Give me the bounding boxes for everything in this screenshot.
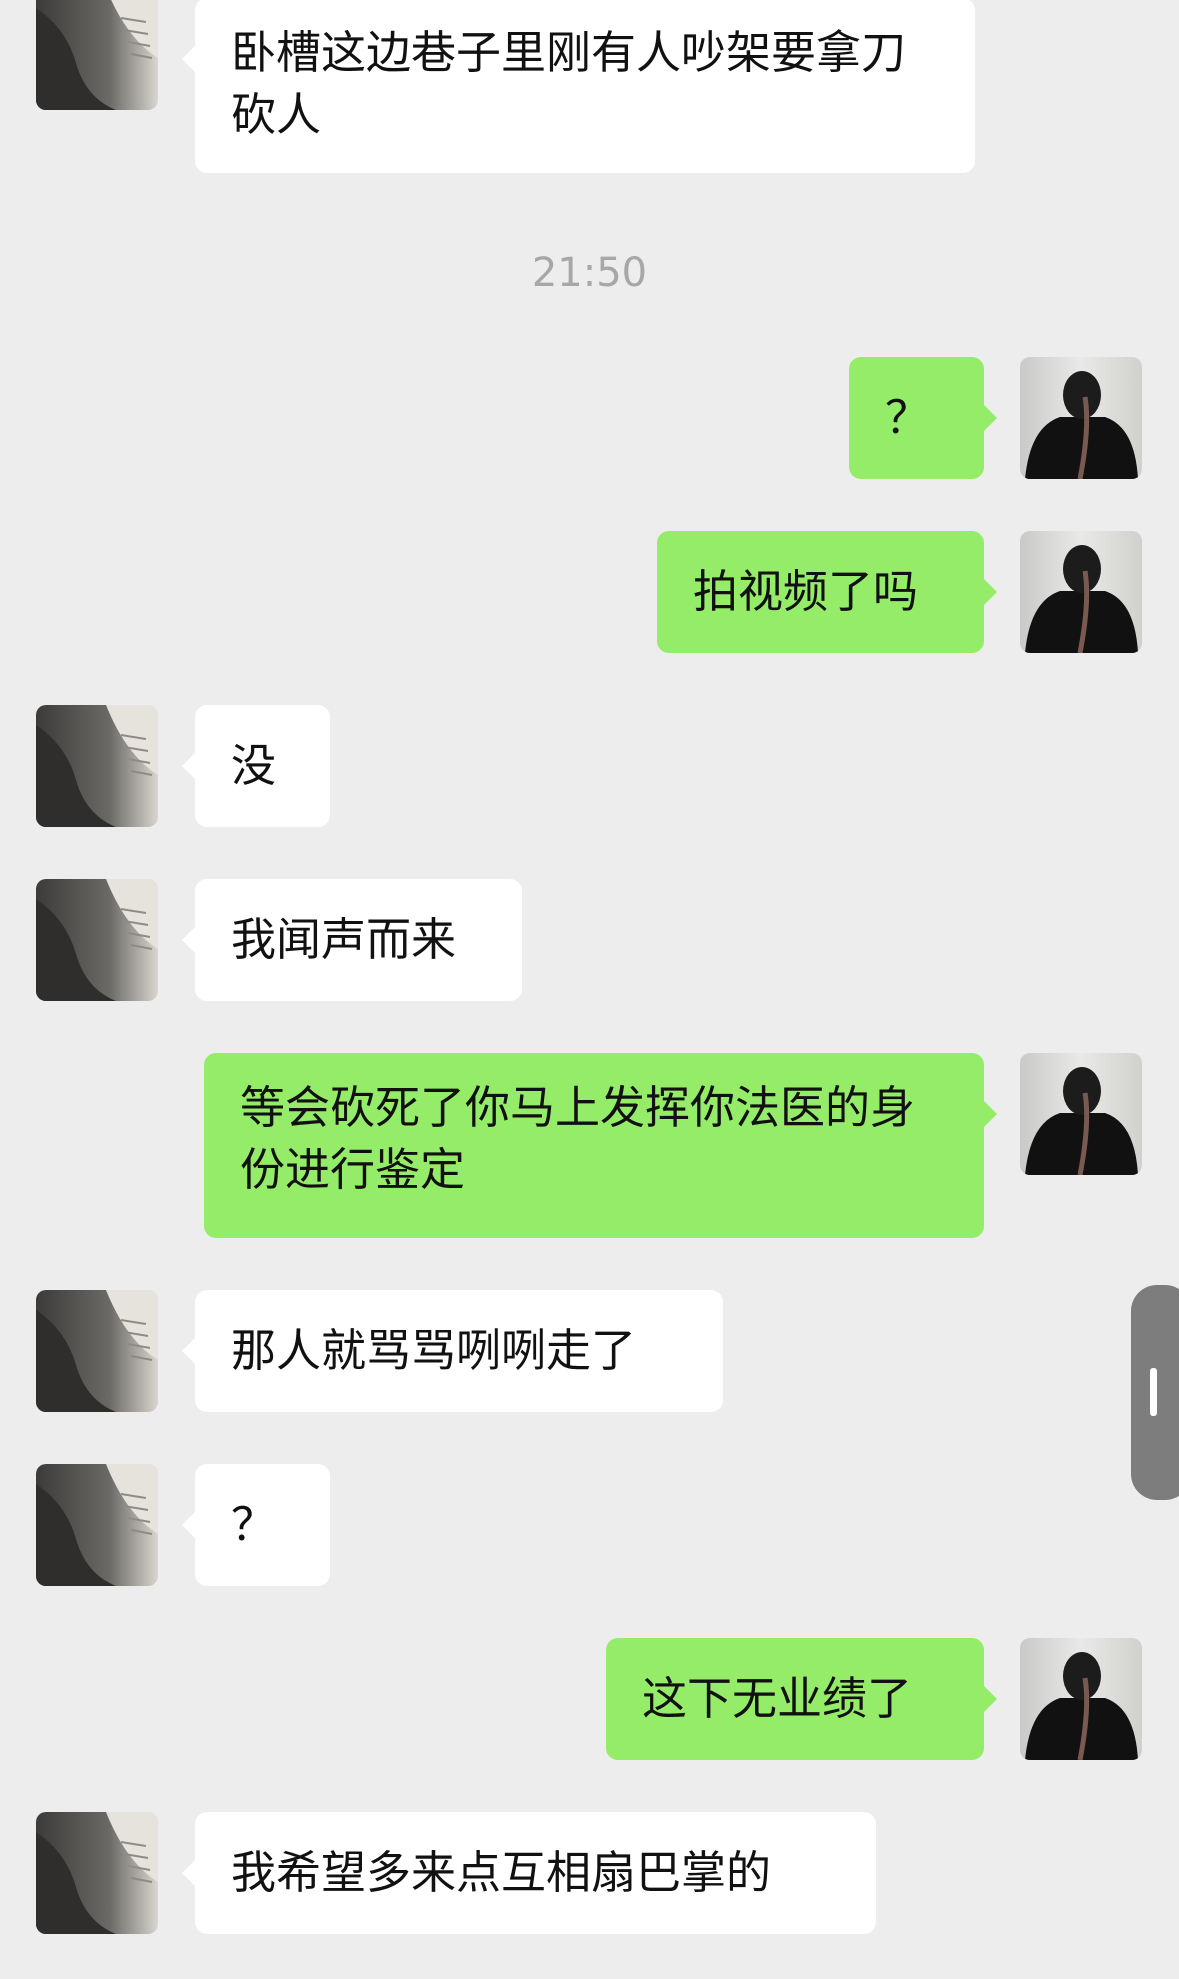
message-text: 等会砍死了你马上发挥你法医的身份进行鉴定 <box>240 1081 916 1196</box>
self-avatar[interactable] <box>1020 1638 1142 1760</box>
message-text: 那人就骂骂咧咧走了 <box>231 1324 637 1377</box>
message-bubble-incoming[interactable]: ？ <box>182 1464 330 1586</box>
cat-photo-icon <box>36 0 158 110</box>
message-bubble-outgoing[interactable]: ？ <box>849 357 997 479</box>
self-avatar[interactable] <box>1020 357 1142 479</box>
grip-icon <box>1150 1368 1157 1416</box>
person-photo-icon <box>1020 1638 1142 1760</box>
cat-photo-icon <box>36 705 158 827</box>
message-bubble-outgoing[interactable]: 拍视频了吗 <box>657 531 997 653</box>
message-bubble-incoming[interactable]: 没 <box>182 705 330 827</box>
person-photo-icon <box>1020 531 1142 653</box>
cat-photo-icon <box>36 1290 158 1412</box>
person-photo-icon <box>1020 1053 1142 1175</box>
cat-avatar[interactable] <box>36 705 158 827</box>
message-text: 拍视频了吗 <box>693 565 919 618</box>
chat-timestamp: 21:50 <box>531 250 648 296</box>
cat-avatar[interactable] <box>36 879 158 1001</box>
cat-photo-icon <box>36 1464 158 1586</box>
cat-avatar[interactable] <box>36 1464 158 1586</box>
message-bubble-incoming[interactable]: 那人就骂骂咧咧走了 <box>182 1290 723 1412</box>
message-bubble-outgoing[interactable]: 等会砍死了你马上发挥你法医的身份进行鉴定 <box>204 1053 997 1238</box>
self-avatar[interactable] <box>1020 1053 1142 1175</box>
person-photo-icon <box>1020 357 1142 479</box>
cat-photo-icon <box>36 879 158 1001</box>
message-text: 我闻声而来 <box>231 913 457 966</box>
message-bubble-incoming[interactable]: 我希望多来点互相扇巴掌的 <box>182 1812 876 1934</box>
message-text: 没 <box>231 739 277 792</box>
message-text: 卧槽这边巷子里刚有人吵架要拿刀砍人 <box>231 26 907 141</box>
message-bubble-incoming[interactable]: 卧槽这边巷子里刚有人吵架要拿刀砍人 <box>182 0 975 173</box>
cat-avatar[interactable] <box>36 0 158 110</box>
self-avatar[interactable] <box>1020 531 1142 653</box>
message-text: ？ <box>231 1498 277 1551</box>
floating-scroll-handle[interactable] <box>1131 1285 1179 1500</box>
message-bubble-incoming[interactable]: 我闻声而来 <box>182 879 522 1001</box>
cat-avatar[interactable] <box>36 1812 158 1934</box>
message-text: ？ <box>885 391 931 444</box>
message-text: 我希望多来点互相扇巴掌的 <box>231 1846 772 1899</box>
message-text: 这下无业绩了 <box>642 1672 913 1725</box>
cat-photo-icon <box>36 1812 158 1934</box>
cat-avatar[interactable] <box>36 1290 158 1412</box>
message-bubble-outgoing[interactable]: 这下无业绩了 <box>606 1638 997 1760</box>
